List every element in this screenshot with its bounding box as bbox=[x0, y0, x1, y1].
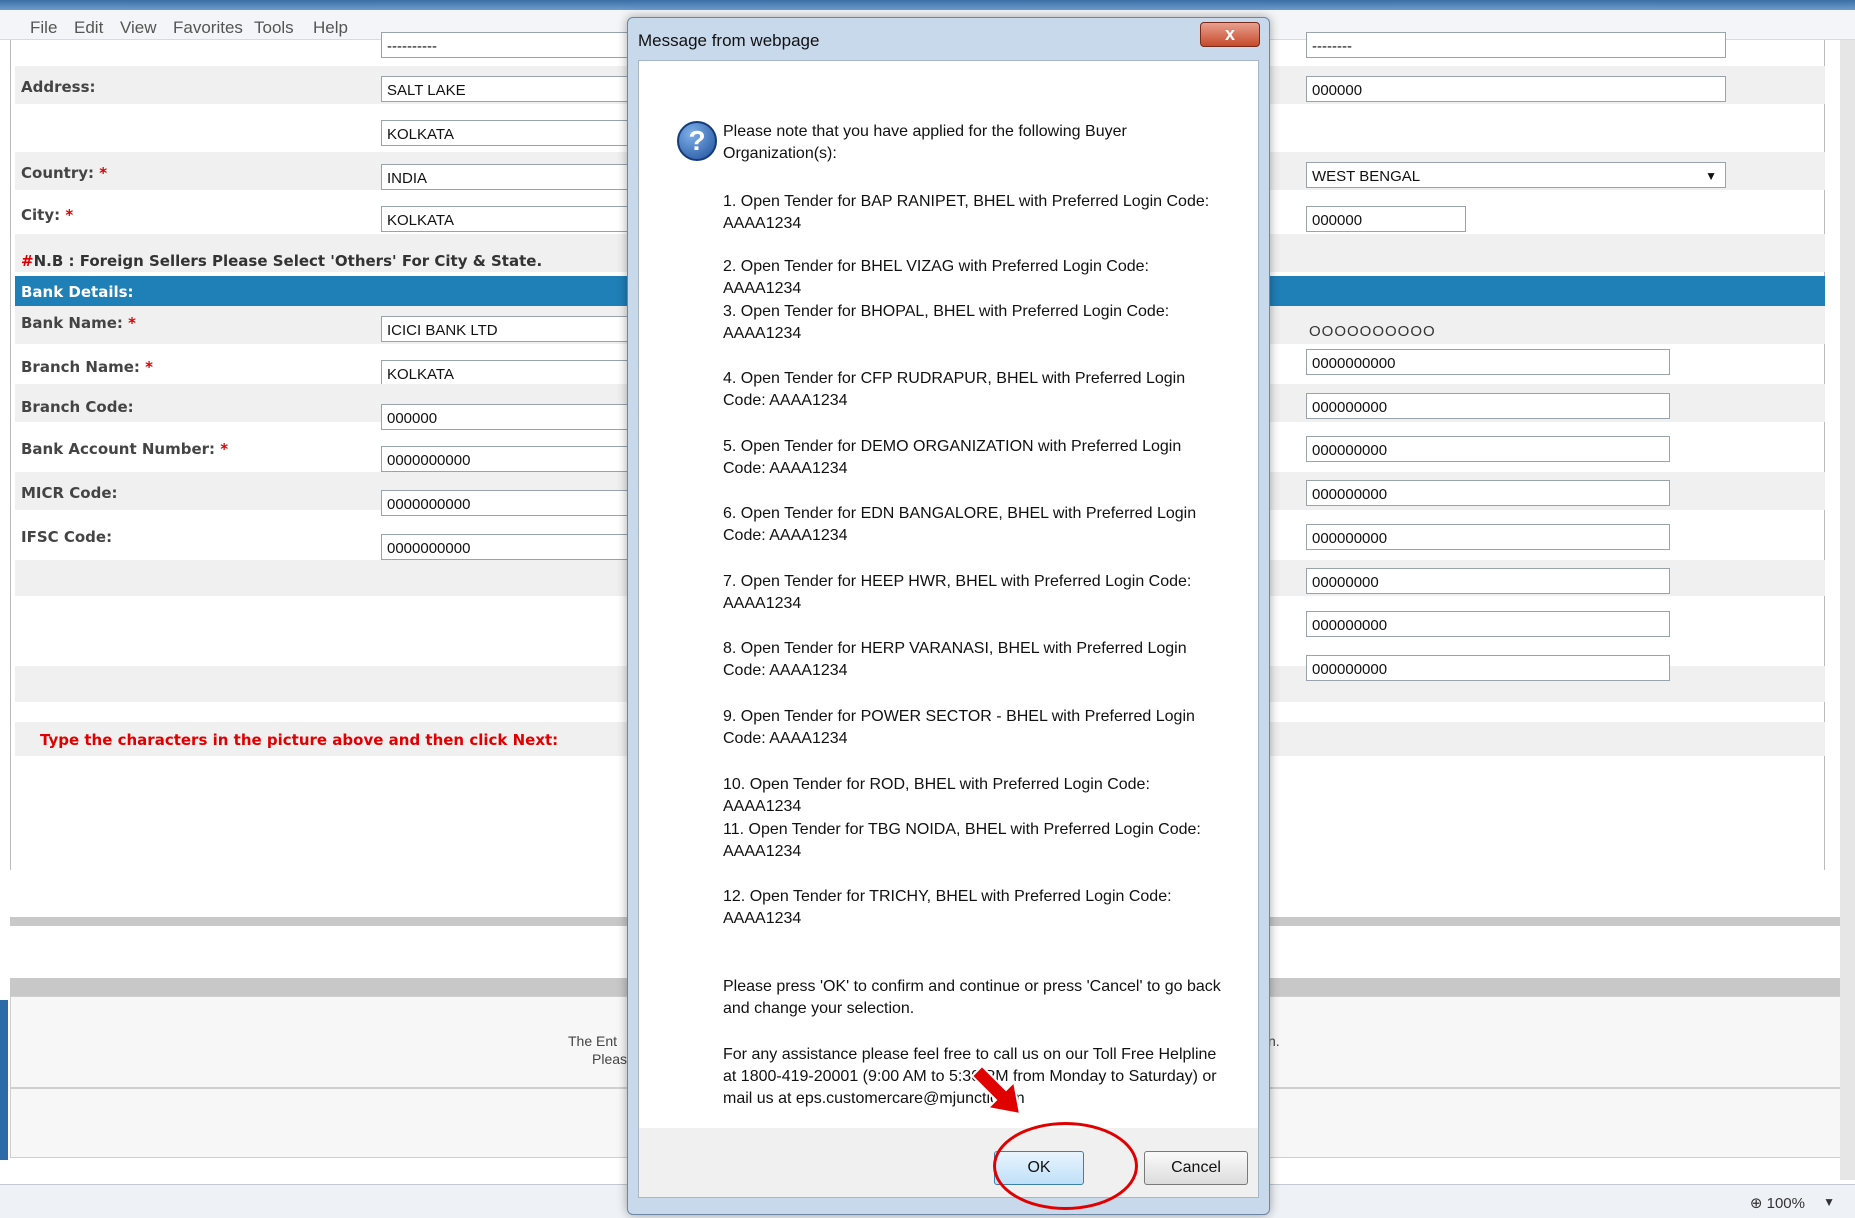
chevron-down-icon: ▼ bbox=[1705, 169, 1717, 183]
required-mark: * bbox=[220, 440, 229, 458]
right-field-1[interactable]: 0000000000 bbox=[1306, 349, 1670, 375]
address-label: Address: bbox=[21, 78, 96, 96]
dialog-intro: Please note that you have applied for th… bbox=[723, 123, 1127, 162]
org-item-4: 4. Open Tender for CFP RUDRAPUR, BHEL wi… bbox=[723, 370, 1186, 409]
org-item-8: 8. Open Tender for HERP VARANASI, BHEL w… bbox=[723, 640, 1187, 679]
right-field-8[interactable]: 000000000 bbox=[1306, 655, 1670, 681]
phone-code-input[interactable]: 000000 bbox=[1306, 206, 1466, 232]
country-label: Country: * bbox=[21, 164, 108, 182]
required-mark: * bbox=[65, 206, 74, 224]
dialog-title: Message from webpage bbox=[638, 31, 820, 50]
bank-name-label: Bank Name: * bbox=[21, 314, 137, 332]
red-arrow-icon bbox=[970, 1064, 1022, 1116]
close-icon: x bbox=[1224, 24, 1235, 44]
right-field-3[interactable]: 000000000 bbox=[1306, 436, 1670, 462]
account-number-input[interactable]: 0000000000 bbox=[381, 446, 651, 472]
right-plain-value: OOOOOOOOOO bbox=[1309, 323, 1436, 340]
address-line2-input[interactable]: KOLKATA bbox=[381, 120, 651, 146]
top-right-field[interactable]: -------- bbox=[1306, 32, 1726, 58]
right-field-7[interactable]: 000000000 bbox=[1306, 611, 1670, 637]
org-item-9: 9. Open Tender for POWER SECTOR - BHEL w… bbox=[723, 708, 1195, 747]
top-left-field[interactable]: ---------- bbox=[381, 32, 651, 58]
required-mark: * bbox=[145, 358, 153, 376]
org-item-6: 6. Open Tender for EDN BANGALORE, BHEL w… bbox=[723, 505, 1197, 544]
vertical-scrollbar[interactable] bbox=[1840, 40, 1855, 1180]
confirm-text: Please press 'OK' to confirm and continu… bbox=[723, 978, 1221, 1017]
right-field-5[interactable]: 000000000 bbox=[1306, 524, 1670, 550]
footer-text: The Ent bbox=[568, 1033, 618, 1049]
bank-name-input[interactable]: ICICI BANK LTD bbox=[381, 316, 651, 342]
zoom-value: 100% bbox=[1766, 1195, 1805, 1212]
org-item-7: 7. Open Tender for HEEP HWR, BHEL with P… bbox=[723, 573, 1192, 612]
cancel-button[interactable]: Cancel bbox=[1144, 1151, 1248, 1185]
state-select[interactable]: WEST BENGAL ▼ bbox=[1306, 162, 1726, 188]
required-mark: * bbox=[99, 164, 108, 182]
close-button[interactable]: x bbox=[1200, 22, 1260, 47]
right-field-4[interactable]: 000000000 bbox=[1306, 480, 1670, 506]
micr-label: MICR Code: bbox=[21, 484, 118, 502]
right-field-2[interactable]: 000000000 bbox=[1306, 393, 1670, 419]
account-label: Bank Account Number: * bbox=[21, 440, 229, 458]
org-item-2: 2. Open Tender for BHEL VIZAG with Prefe… bbox=[723, 258, 1149, 297]
question-icon: ? bbox=[677, 121, 717, 161]
desktop-left-edge bbox=[0, 1000, 8, 1160]
org-item-5: 5. Open Tender for DEMO ORGANIZATION wit… bbox=[723, 438, 1182, 477]
zoom-icon: ⊕ bbox=[1749, 1195, 1763, 1212]
menu-help[interactable]: Help bbox=[313, 18, 348, 38]
branch-code-label: Branch Code: bbox=[21, 398, 134, 416]
org-item-10: 10. Open Tender for ROD, BHEL with Prefe… bbox=[723, 776, 1150, 815]
chevron-down-icon[interactable]: ▼ bbox=[1823, 1195, 1835, 1209]
branch-name-input[interactable]: KOLKATA bbox=[381, 360, 651, 386]
ifsc-label: IFSC Code: bbox=[21, 528, 113, 546]
menu-file[interactable]: File bbox=[30, 18, 57, 38]
pin-code-input[interactable]: 000000 bbox=[1306, 76, 1726, 102]
address-line1-input[interactable]: SALT LAKE bbox=[381, 76, 651, 102]
required-mark: * bbox=[128, 314, 137, 332]
menu-view[interactable]: View bbox=[120, 18, 157, 38]
city-label: City: * bbox=[21, 206, 74, 224]
menu-edit[interactable]: Edit bbox=[74, 18, 103, 38]
org-item-12: 12. Open Tender for TRICHY, BHEL with Pr… bbox=[723, 888, 1172, 927]
bank-details-title: Bank Details: bbox=[21, 283, 134, 301]
desktop-top-strip bbox=[0, 0, 1855, 10]
captcha-instruction: Type the characters in the picture above… bbox=[40, 731, 559, 749]
foreign-seller-note: #N.B : Foreign Sellers Please Select 'Ot… bbox=[21, 252, 543, 270]
ifsc-input[interactable]: 0000000000 bbox=[381, 534, 651, 560]
state-select-value: WEST BENGAL bbox=[1312, 168, 1421, 185]
right-field-6[interactable]: 00000000 bbox=[1306, 568, 1670, 594]
org-item-1: 1. Open Tender for BAP RANIPET, BHEL wit… bbox=[723, 193, 1210, 232]
ok-highlight-circle bbox=[993, 1122, 1138, 1210]
menu-favorites[interactable]: Favorites bbox=[173, 18, 243, 38]
org-item-11: 11. Open Tender for TBG NOIDA, BHEL with… bbox=[723, 821, 1201, 860]
message-dialog: Message from webpage x ? Please note tha… bbox=[627, 17, 1270, 1215]
menu-tools[interactable]: Tools bbox=[254, 18, 294, 38]
org-item-3: 3. Open Tender for BHOPAL, BHEL with Pre… bbox=[723, 303, 1170, 342]
branch-code-input[interactable]: 000000 bbox=[381, 404, 651, 430]
country-input[interactable]: INDIA bbox=[381, 164, 651, 190]
footer-text: Pleas bbox=[592, 1051, 628, 1067]
zoom-level[interactable]: ⊕ 100% bbox=[1750, 1194, 1805, 1212]
dialog-body: ? Please note that you have applied for … bbox=[638, 60, 1259, 1145]
micr-input[interactable]: 0000000000 bbox=[381, 490, 651, 516]
city-input[interactable]: KOLKATA bbox=[381, 206, 651, 232]
branch-name-label: Branch Name: * bbox=[21, 358, 153, 376]
